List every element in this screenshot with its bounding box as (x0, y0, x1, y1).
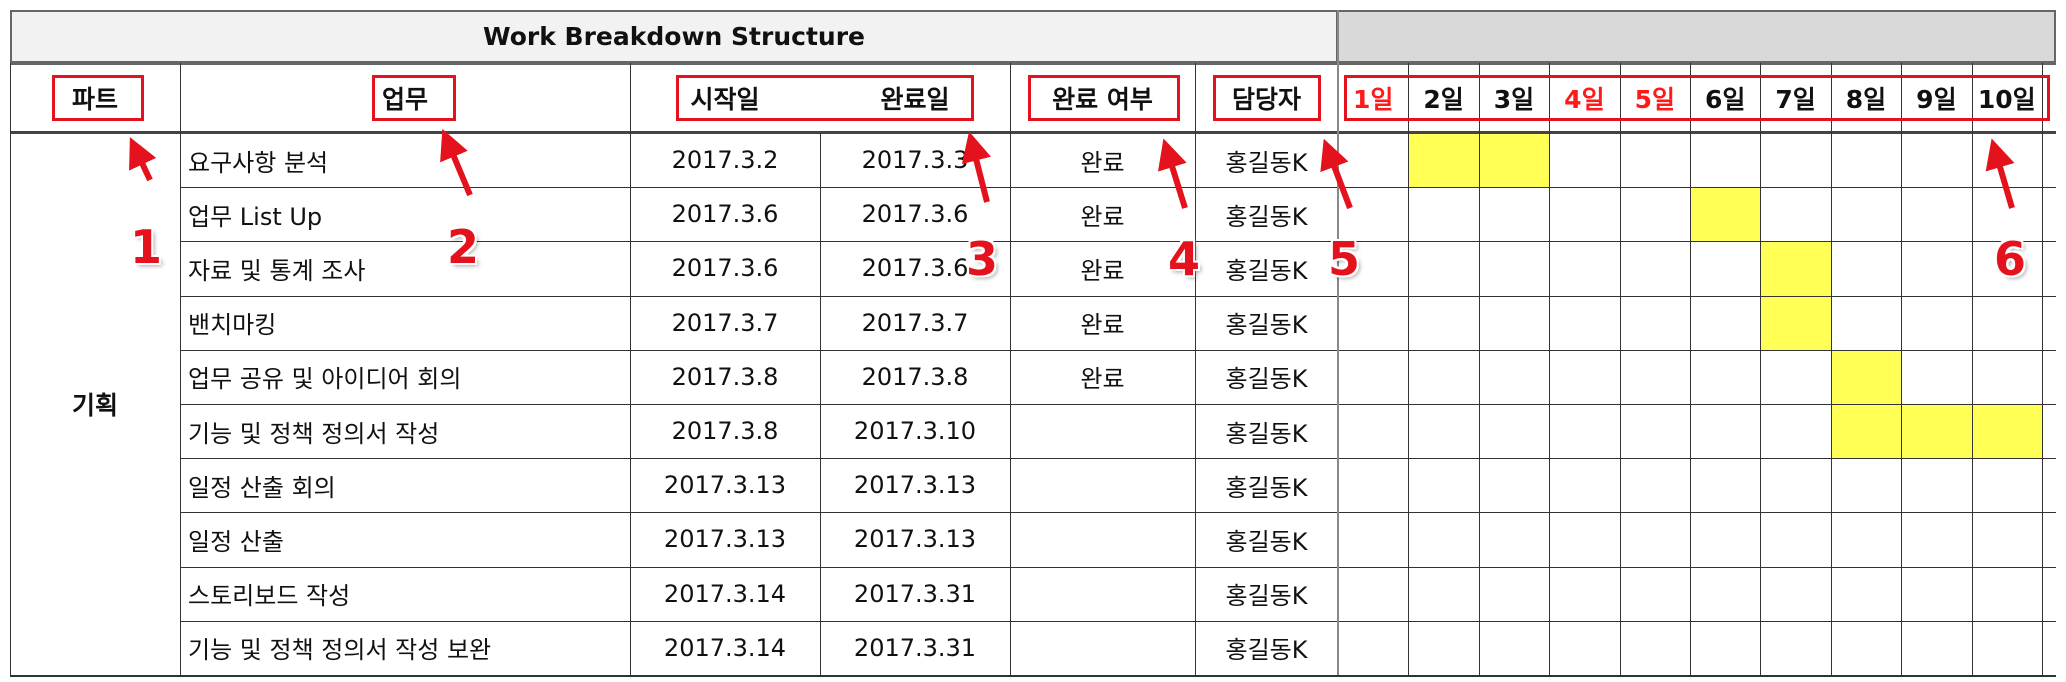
arrow-5 (1320, 138, 1353, 210)
annotation-2: 2 (447, 220, 480, 274)
arrow-1 (129, 137, 157, 182)
annotation-4: 4 (1168, 232, 1201, 286)
annotation-1: 1 (130, 220, 163, 274)
annotation-5: 5 (1328, 232, 1361, 286)
annotation-arrows (129, 128, 2015, 210)
arrow-3 (961, 131, 991, 203)
wbs-sheet: Work Breakdown Structure 파트 업무 시작일 완료일 완… (10, 10, 2056, 677)
annotation-6: 6 (1994, 232, 2027, 286)
arrow-2 (440, 128, 473, 197)
annotation-3: 3 (966, 232, 999, 286)
grid-line (10, 675, 2056, 677)
arrow-6 (1985, 138, 2015, 209)
arrow-4 (1158, 138, 1188, 209)
